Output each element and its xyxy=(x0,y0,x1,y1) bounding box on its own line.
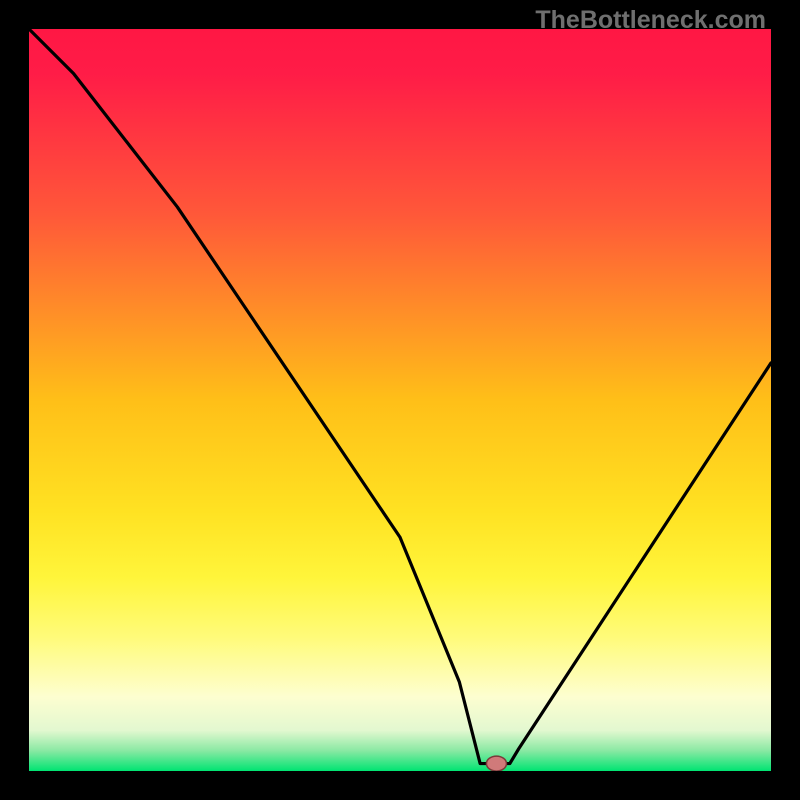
gradient-background xyxy=(29,29,771,771)
minimum-marker xyxy=(486,756,506,771)
chart-svg xyxy=(29,29,771,771)
watermark-text: TheBottleneck.com xyxy=(535,6,766,35)
chart-frame: TheBottleneck.com xyxy=(0,0,800,800)
plot-area xyxy=(29,29,771,771)
